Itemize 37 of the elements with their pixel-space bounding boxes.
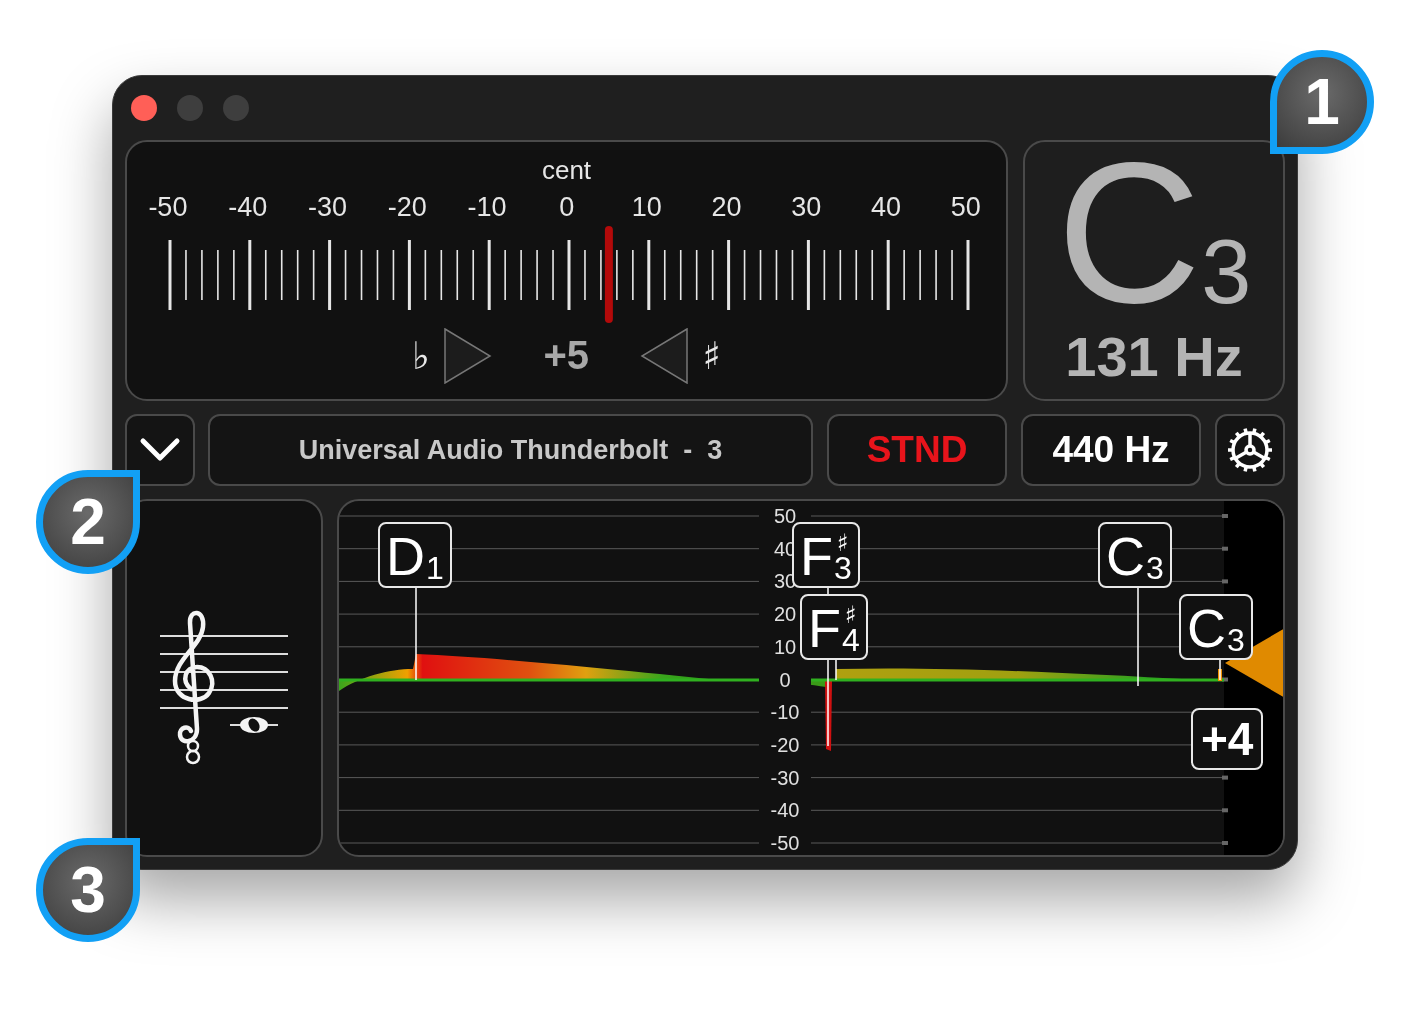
- scale-label: 0: [558, 190, 576, 224]
- reference-pitch-button[interactable]: 440 Hz: [1021, 414, 1201, 486]
- note-marker: D1: [378, 522, 452, 588]
- scale-label: 40: [870, 190, 903, 224]
- callout-badge: 2: [36, 470, 140, 574]
- scale-label: 10: [630, 190, 663, 224]
- scale-label: 20: [710, 190, 743, 224]
- leader-line: [835, 659, 837, 681]
- scale-label: -30: [306, 190, 348, 224]
- scale-label: -20: [386, 190, 428, 224]
- frequency-readout: 131 Hz: [1065, 327, 1243, 388]
- flat-symbol: ♭: [412, 333, 431, 378]
- scale-label: -50: [147, 190, 189, 224]
- octave-number: 3: [1201, 227, 1252, 318]
- cent-reading: +5: [542, 333, 591, 379]
- temperament-button[interactable]: STND: [827, 414, 1007, 486]
- right-triangle-icon: [444, 327, 493, 384]
- scale-label: 30: [790, 190, 823, 224]
- leader-line: [1219, 659, 1221, 681]
- scale-label: 50: [949, 190, 982, 224]
- sharp-symbol: ♯: [702, 333, 721, 378]
- unit-label: cent: [541, 153, 592, 187]
- settings-icon: [1225, 425, 1275, 475]
- note-marker: C3: [1179, 594, 1253, 660]
- left-triangle-icon: [640, 327, 689, 384]
- cent-deviation-label: +4: [1191, 708, 1264, 770]
- scale-label: -40: [227, 190, 269, 224]
- chevron-down-icon: [139, 437, 181, 463]
- scale-label: -10: [466, 190, 508, 224]
- input-device-field[interactable]: Universal Audio Thunderbolt - 3: [208, 414, 813, 486]
- callout-badge: 3: [36, 838, 140, 942]
- close-button[interactable]: [131, 94, 157, 121]
- callout-badge: 1: [1270, 50, 1374, 154]
- chevron-button[interactable]: [125, 414, 195, 486]
- settings-button[interactable]: [1215, 414, 1285, 486]
- note-name: C: [1056, 153, 1202, 314]
- note-marker: C3: [1098, 522, 1172, 588]
